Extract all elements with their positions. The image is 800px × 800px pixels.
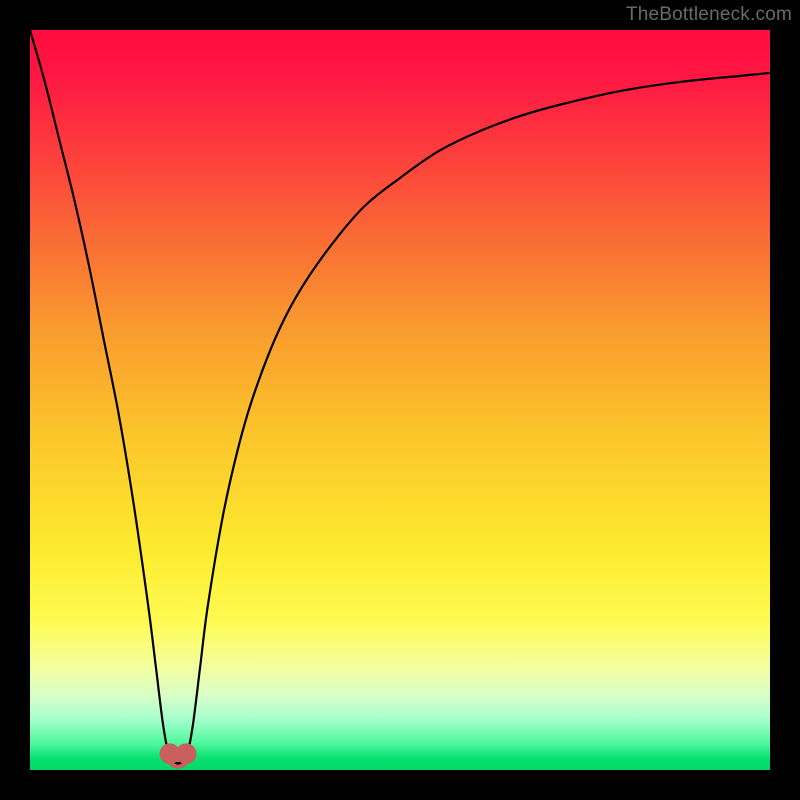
min-marker-right: [176, 743, 197, 764]
watermark-text: TheBottleneck.com: [626, 4, 792, 26]
chart-frame: TheBottleneck.com: [0, 0, 800, 800]
chart-background: [30, 30, 770, 770]
chart-plot: [30, 30, 770, 770]
